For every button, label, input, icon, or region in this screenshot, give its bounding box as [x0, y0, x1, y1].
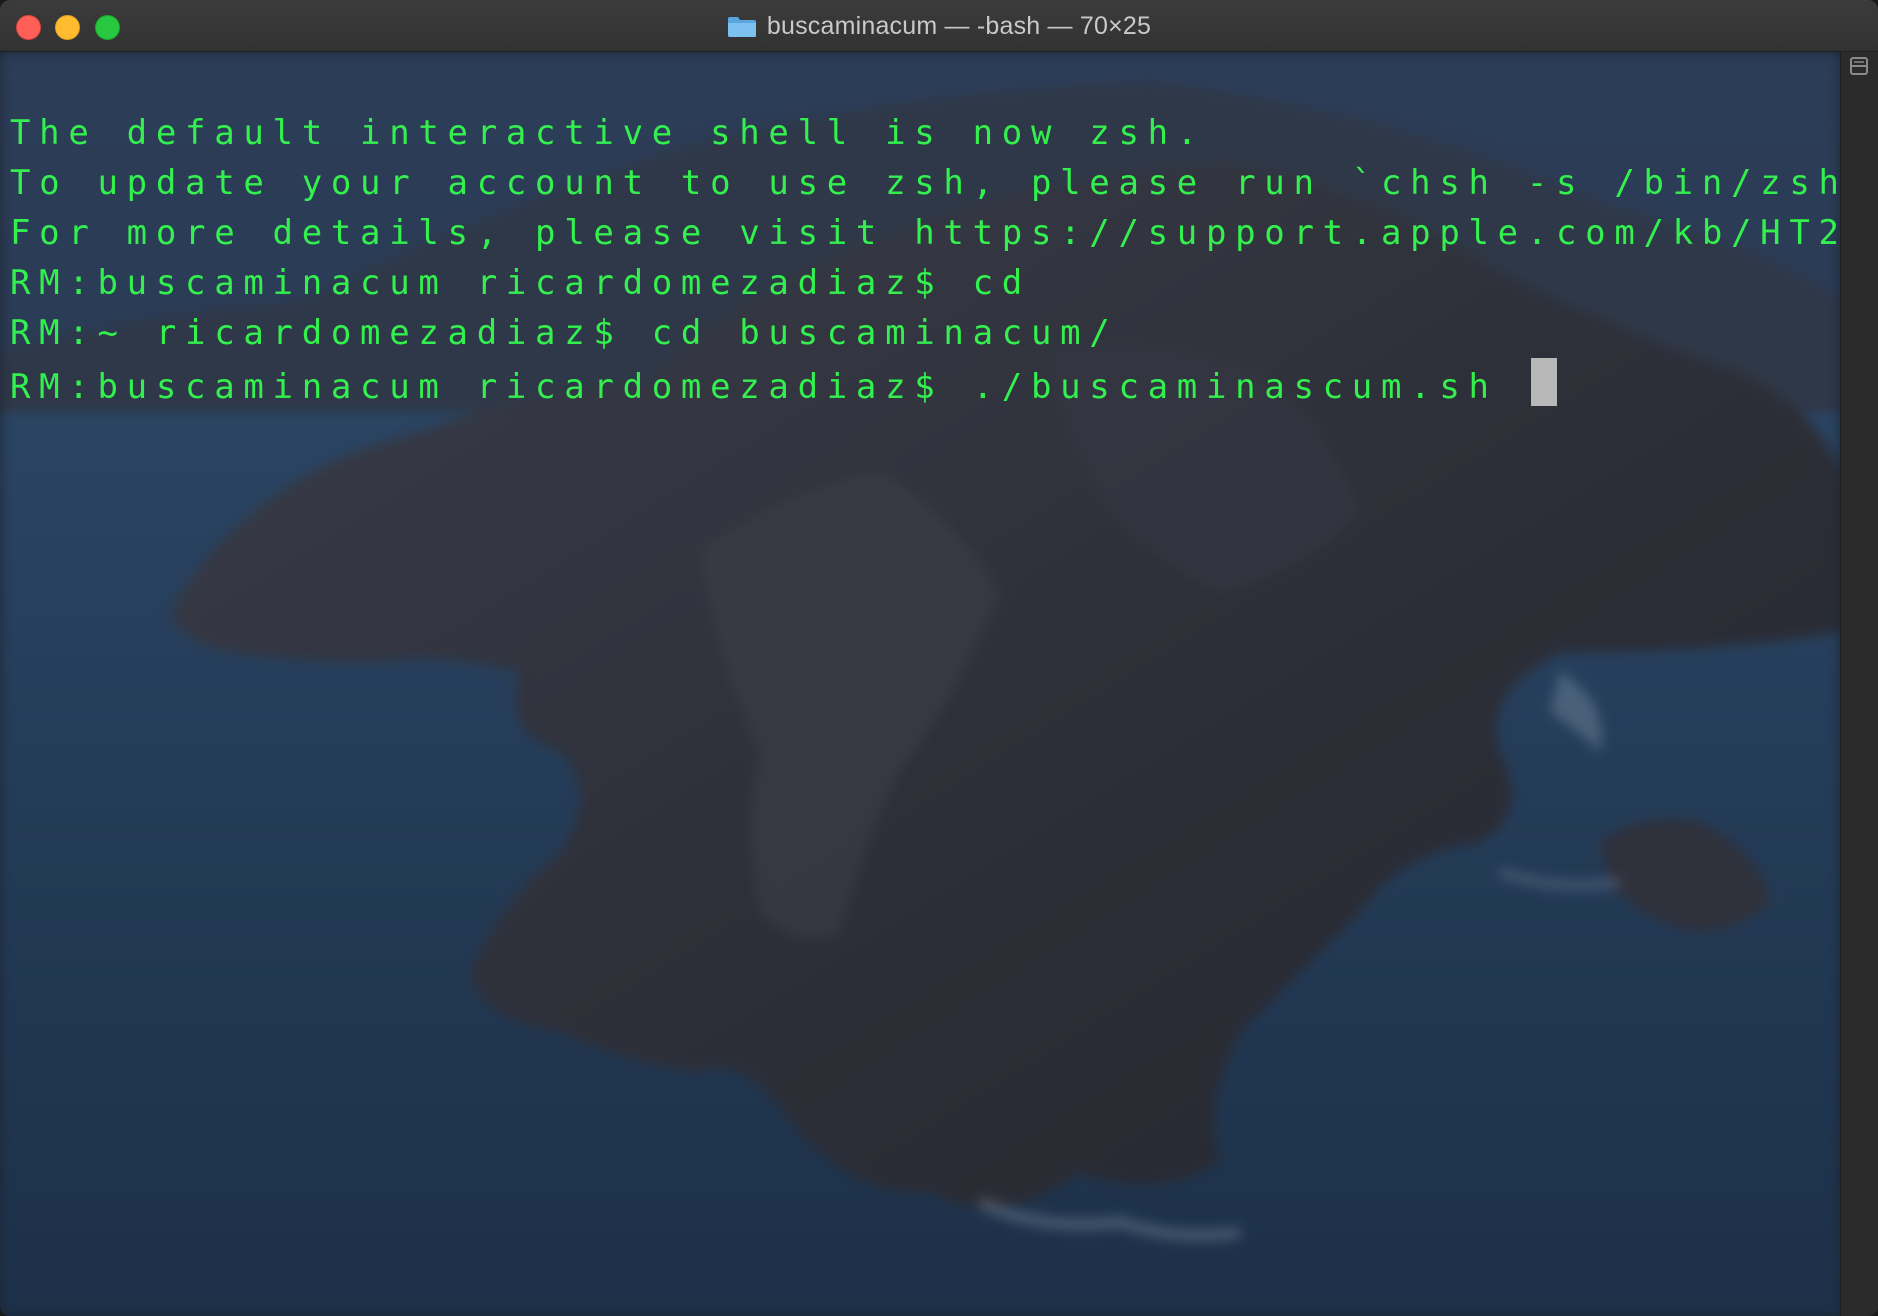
window-title: buscaminacum — -bash — 70×25	[0, 0, 1878, 52]
text-cursor	[1530, 358, 1557, 406]
terminal-line: To update your account to use zsh, pleas…	[10, 163, 1840, 203]
terminal-line: The default interactive shell is now zsh…	[10, 113, 1206, 153]
terminal-content[interactable]: The default interactive shell is now zsh…	[0, 52, 1840, 1316]
terminal-line: RM:~ ricardomezadiaz$ cd buscaminacum/	[10, 313, 1119, 353]
title-bar[interactable]: buscaminacum — -bash — 70×25	[0, 0, 1878, 52]
split-pane-icon[interactable]	[1850, 57, 1868, 75]
folder-icon	[727, 16, 756, 37]
terminal-line: For more details, please visit https://s…	[10, 213, 1840, 253]
current-command: RM:buscaminacum ricardomezadiaz$ ./busca…	[10, 367, 1527, 407]
window-title-text: buscaminacum — -bash — 70×25	[766, 11, 1152, 40]
terminal-window: buscaminacum — -bash — 70×25 The default…	[0, 0, 1878, 1316]
prompt-line[interactable]: RM:buscaminacum ricardomezadiaz$ ./busca…	[10, 358, 1840, 408]
terminal-output[interactable]: The default interactive shell is now zsh…	[10, 108, 1840, 408]
scrollbar[interactable]	[1840, 52, 1878, 1316]
terminal-line: RM:buscaminacum ricardomezadiaz$ cd	[10, 263, 1031, 303]
